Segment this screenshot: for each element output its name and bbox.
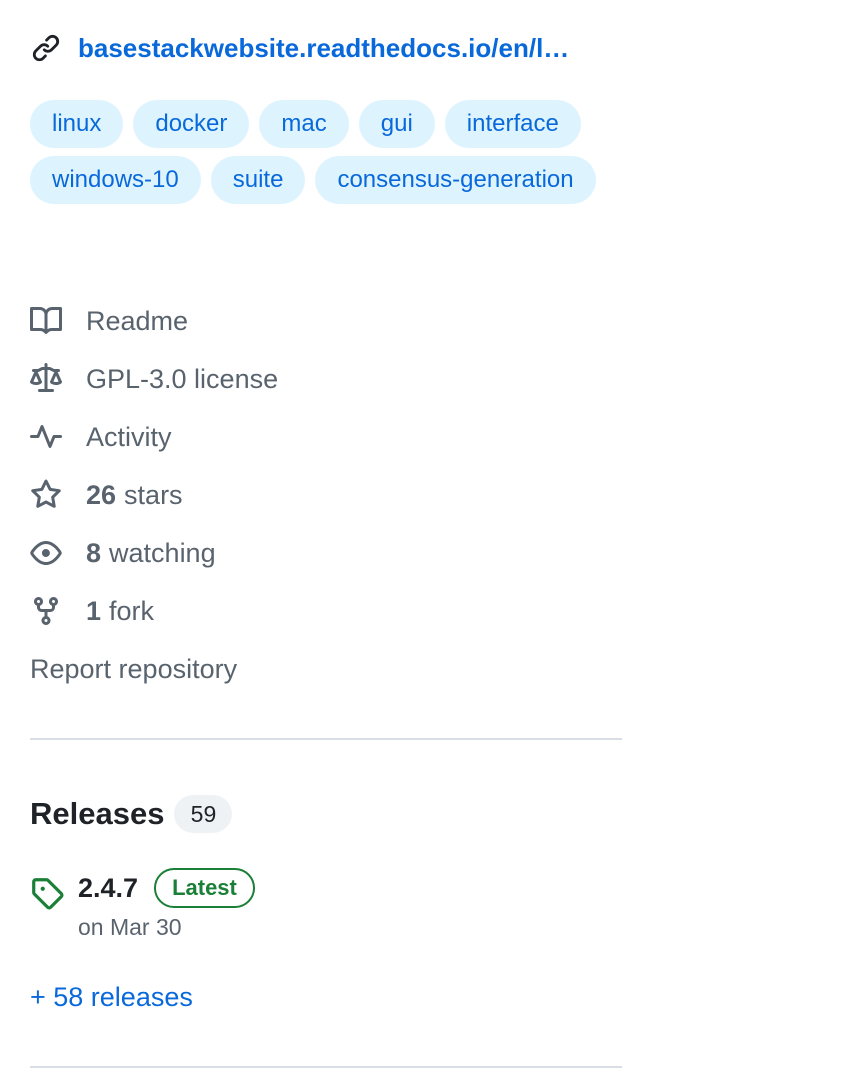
- eye-icon: [30, 537, 62, 569]
- book-icon: [30, 305, 62, 337]
- release-date: on Mar 30: [78, 914, 182, 940]
- latest-release[interactable]: 2.4.7 Latest on Mar 30: [30, 866, 622, 941]
- watchers-link[interactable]: 8 watching: [30, 524, 622, 582]
- license-label: GPL-3.0 license: [86, 363, 279, 394]
- forks-count: 1: [86, 595, 102, 626]
- activity-link[interactable]: Activity: [30, 408, 622, 466]
- latest-badge: Latest: [154, 868, 255, 908]
- watchers-label: watching: [109, 537, 216, 568]
- repo-forked-icon: [30, 595, 62, 627]
- releases-title[interactable]: Releases: [30, 796, 164, 832]
- topic-tag[interactable]: mac: [259, 100, 349, 148]
- topic-tag[interactable]: linux: [30, 100, 124, 148]
- report-repository-link[interactable]: Report repository: [30, 640, 622, 698]
- homepage-link-row: basestackwebsite.readthedocs.io/en/l…: [30, 28, 630, 68]
- topic-tag[interactable]: suite: [210, 156, 306, 204]
- stars-link[interactable]: 26 stars: [30, 466, 622, 524]
- topics-list: linux docker mac gui interface windows-1…: [30, 100, 630, 204]
- license-link[interactable]: GPL-3.0 license: [30, 350, 622, 408]
- forks-link[interactable]: 1 fork: [30, 582, 622, 640]
- topic-tag[interactable]: gui: [358, 100, 435, 148]
- activity-label: Activity: [86, 421, 172, 452]
- repo-meta-list: Readme GPL-3.0 license Activity 26 stars…: [30, 292, 622, 698]
- readme-link[interactable]: Readme: [30, 292, 622, 350]
- section-divider: [30, 1066, 622, 1068]
- release-version[interactable]: 2.4.7: [78, 873, 138, 904]
- releases-count-badge: 59: [174, 795, 233, 833]
- tag-icon: [30, 876, 64, 910]
- law-icon: [30, 363, 62, 395]
- releases-header: Releases 59: [30, 790, 233, 838]
- stars-label: stars: [124, 479, 183, 510]
- topic-tag[interactable]: consensus-generation: [315, 156, 596, 204]
- homepage-link[interactable]: basestackwebsite.readthedocs.io/en/l…: [78, 33, 569, 64]
- pulse-icon: [30, 421, 62, 453]
- topic-tag[interactable]: interface: [444, 100, 581, 148]
- readme-label: Readme: [86, 305, 189, 336]
- section-divider: [30, 738, 622, 740]
- link-icon: [30, 32, 62, 64]
- more-releases-link[interactable]: + 58 releases: [30, 982, 193, 1013]
- topic-tag[interactable]: windows-10: [30, 156, 201, 204]
- watchers-count: 8: [86, 537, 102, 568]
- star-icon: [30, 479, 62, 511]
- stars-count: 26: [86, 479, 117, 510]
- topic-tag[interactable]: docker: [133, 100, 250, 148]
- forks-label: fork: [109, 595, 155, 626]
- release-details: 2.4.7 Latest on Mar 30: [78, 866, 255, 941]
